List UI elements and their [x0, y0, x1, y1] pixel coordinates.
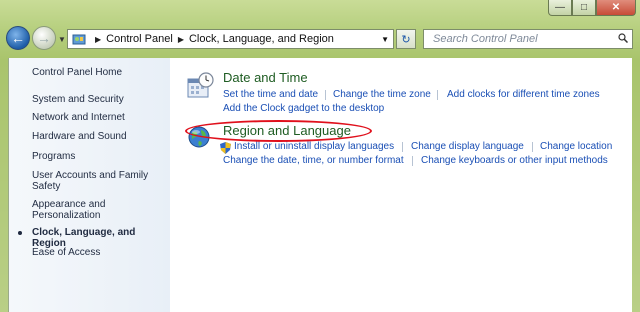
- breadcrumb-clock-language-region[interactable]: Clock, Language, and Region: [189, 33, 334, 45]
- sidebar-item-control-panel-home[interactable]: Control Panel Home: [32, 67, 122, 78]
- link-separator: [412, 156, 413, 166]
- link-change-keyboards[interactable]: Change keyboards or other input methods: [421, 155, 608, 166]
- recent-pages-dropdown-icon[interactable]: ▼: [58, 35, 66, 44]
- link-separator: [402, 142, 403, 152]
- minimize-icon: —: [555, 2, 565, 13]
- link-add-clocks[interactable]: Add clocks for different time zones: [447, 89, 600, 100]
- breadcrumb-separator-icon: ▶: [95, 34, 102, 44]
- address-bar[interactable]: ▶ Control Panel ▶ Clock, Language, and R…: [67, 29, 394, 49]
- search-placeholder: Search Control Panel: [433, 33, 538, 45]
- control-panel-icon: [72, 34, 86, 45]
- refresh-button[interactable]: ↻: [396, 29, 416, 49]
- minimize-button[interactable]: —: [548, 0, 572, 16]
- search-icon: [618, 33, 628, 43]
- security-shield-icon: [220, 142, 231, 154]
- link-change-location[interactable]: Change location: [540, 141, 612, 152]
- window-frame: — □ ✕ ← → ▼ ▶ Control Panel ▶ Clock, Lan…: [0, 0, 640, 312]
- date-time-icon: [187, 72, 214, 98]
- navigation-toolbar: ← → ▼ ▶ Control Panel ▶ Clock, Language,…: [0, 22, 640, 56]
- link-change-time-zone[interactable]: Change the time zone: [333, 89, 431, 100]
- close-icon: ✕: [611, 2, 621, 13]
- forward-button[interactable]: →: [32, 26, 56, 50]
- link-set-time-date[interactable]: Set the time and date: [223, 89, 318, 100]
- sidebar-item-system-security[interactable]: System and Security: [32, 94, 124, 105]
- sidebar-item-hardware-sound[interactable]: Hardware and Sound: [32, 131, 127, 142]
- refresh-icon: ↻: [401, 33, 411, 46]
- close-button[interactable]: ✕: [596, 0, 636, 16]
- maximize-icon: □: [580, 2, 588, 13]
- link-install-uninstall-languages[interactable]: Install or uninstall display languages: [234, 141, 394, 152]
- sidebar-item-clock-language-region[interactable]: Clock, Language, and Region: [32, 227, 171, 249]
- back-button[interactable]: ←: [6, 26, 30, 50]
- link-add-clock-gadget[interactable]: Add the Clock gadget to the desktop: [223, 103, 384, 114]
- link-separator: [532, 142, 533, 152]
- sidebar-item-programs[interactable]: Programs: [32, 151, 75, 162]
- current-page-bullet-icon: [18, 231, 22, 235]
- caption-buttons: — □ ✕: [548, 0, 636, 17]
- address-dropdown-icon[interactable]: ▼: [381, 35, 389, 44]
- category-title-date-time[interactable]: Date and Time: [223, 70, 308, 85]
- sidebar: Control Panel Home System and Security N…: [8, 58, 171, 312]
- link-separator: [325, 90, 326, 100]
- sidebar-item-user-accounts[interactable]: User Accounts and Family Safety: [32, 170, 162, 192]
- sidebar-item-appearance[interactable]: Appearance and Personalization: [32, 199, 152, 221]
- breadcrumb-control-panel[interactable]: Control Panel: [106, 33, 173, 45]
- link-change-display-language[interactable]: Change display language: [411, 141, 524, 152]
- breadcrumb-separator-icon: ▶: [177, 34, 184, 44]
- annotation-highlight-ellipse: [185, 120, 372, 142]
- maximize-button[interactable]: □: [572, 0, 596, 16]
- back-arrow-icon: ←: [11, 30, 25, 46]
- forward-arrow-icon: →: [37, 30, 51, 46]
- sidebar-item-ease-of-access[interactable]: Ease of Access: [32, 247, 100, 258]
- main-content: Date and Time Set the time and date Chan…: [170, 58, 632, 312]
- link-change-date-time-number-format[interactable]: Change the date, time, or number format: [223, 155, 404, 166]
- search-input[interactable]: Search Control Panel: [423, 29, 633, 49]
- link-separator: [437, 90, 438, 100]
- sidebar-item-network-internet[interactable]: Network and Internet: [32, 112, 125, 123]
